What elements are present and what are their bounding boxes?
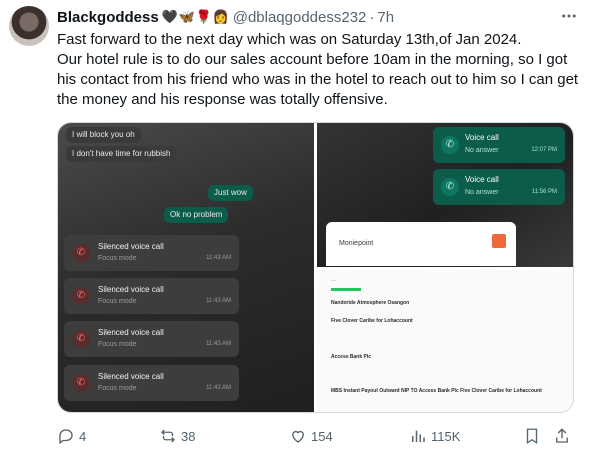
view-count: 115K	[431, 428, 461, 444]
name-emojis: 🖤 🦋 🌹 👩	[162, 9, 229, 25]
success-tag	[331, 288, 361, 291]
tweet-text-line-2: Our hotel rule is to do our sales accoun…	[57, 51, 579, 108]
call-title: Silenced voice call	[98, 328, 164, 337]
outgoing-message: Ok no problem	[164, 207, 229, 223]
butterfly-icon: 🦋	[178, 9, 195, 24]
missed-call-icon: ✆	[72, 330, 90, 348]
incoming-message: I will block you oh	[66, 127, 141, 143]
voice-call-subtitle: No answer	[465, 189, 499, 196]
call-subtitle: Focus mode	[98, 255, 137, 262]
silenced-call-card: ✆ Silenced voice call Focus mode 11:43 A…	[64, 321, 239, 357]
repost-count: 38	[181, 428, 196, 444]
bookmark-icon	[526, 428, 538, 445]
display-name[interactable]: Blackgoddess	[57, 9, 159, 26]
like-button[interactable]: 154	[289, 426, 333, 446]
missed-call-icon: ✆	[72, 287, 90, 305]
tweet-header: Blackgoddess 🖤 🦋 🌹 👩 @dblaqgoddess232 · …	[57, 6, 578, 28]
user-handle[interactable]: @dblaqgoddess232	[233, 9, 367, 26]
post-time[interactable]: 7h	[377, 9, 394, 26]
views-chart-icon	[412, 430, 425, 442]
receipt-screenshot-image[interactable]: — Nandoride Atmosphere Osangon Five Clov…	[317, 270, 573, 412]
tweet-text-line-1: Fast forward to the next day which was o…	[57, 31, 522, 48]
chat-screenshot-image[interactable]: I will block you oh I don't have time fo…	[58, 123, 314, 412]
reply-icon	[59, 429, 73, 445]
bookmark-button[interactable]	[523, 426, 541, 446]
share-button[interactable]	[553, 426, 571, 446]
call-title: Silenced voice call	[98, 372, 164, 381]
separator-dot: ·	[369, 8, 375, 26]
receipt-line: Access Bank Plc	[331, 354, 372, 360]
avatar[interactable]	[9, 6, 49, 46]
media-grid[interactable]: I will block you oh I don't have time fo…	[57, 122, 574, 413]
action-bar: 4 38 154 115K	[57, 426, 581, 446]
more-options-icon[interactable]	[560, 7, 578, 25]
silenced-call-card: ✆ Silenced voice call Focus mode 11:43 A…	[64, 235, 239, 271]
receipt-line: Nandoride Atmosphere Osangon	[331, 300, 410, 306]
reply-button[interactable]: 4	[57, 426, 86, 446]
call-time: 11:43 AM	[206, 298, 231, 304]
missed-call-icon: ✆	[72, 244, 90, 262]
silenced-call-card: ✆ Silenced voice call Focus mode 11:43 A…	[64, 365, 239, 401]
silenced-call-card: ✆ Silenced voice call Focus mode 11:43 A…	[64, 278, 239, 314]
heart-icon	[292, 430, 304, 443]
call-subtitle: Focus mode	[98, 298, 137, 305]
phone-icon: ✆	[441, 178, 459, 196]
receipt-popup: Moniepoint	[326, 222, 516, 266]
incoming-message: I don't have time for rubbish	[66, 146, 177, 162]
repost-button[interactable]: 38	[159, 426, 195, 446]
voice-call-title: Voice call	[465, 133, 499, 142]
receipt-line: MBS Instant Payout Outward NIP TO Access…	[331, 388, 542, 394]
views-button[interactable]: 115K	[409, 426, 460, 446]
missed-call-icon: ✆	[72, 374, 90, 392]
bank-logo-icon	[492, 234, 506, 248]
voice-call-card: ✆ Voice call No answer 11:56 PM	[433, 169, 565, 205]
reply-count: 4	[79, 428, 87, 444]
rose-icon: 🌹	[195, 9, 212, 24]
repost-icon	[161, 429, 175, 443]
call-time: 11:43 AM	[206, 341, 231, 347]
voice-call-title: Voice call	[465, 175, 499, 184]
call-subtitle: Focus mode	[98, 385, 137, 392]
voice-call-screenshot-image[interactable]: ✆ Voice call No answer 12:07 PM ✆ Voice …	[317, 123, 573, 267]
phone-icon: ✆	[441, 136, 459, 154]
like-count: 154	[311, 428, 333, 444]
receipt-line: Five Clover Caribe for Lohaccount	[331, 318, 413, 324]
call-time: 11:43 AM	[206, 385, 231, 391]
voice-call-subtitle: No answer	[465, 147, 499, 154]
black-heart-icon: 🖤	[161, 9, 178, 24]
receipt-label: —	[331, 278, 336, 284]
call-subtitle: Focus mode	[98, 341, 137, 348]
woman-emoji-icon: 👩	[212, 9, 229, 24]
tweet-text: Fast forward to the next day which was o…	[57, 30, 581, 110]
voice-call-time: 12:07 PM	[531, 147, 557, 153]
call-time: 11:43 AM	[206, 255, 231, 261]
voice-call-time: 11:56 PM	[531, 189, 557, 195]
outgoing-message: Just wow	[208, 185, 253, 201]
voice-call-card: ✆ Voice call No answer 12:07 PM	[433, 127, 565, 163]
call-title: Silenced voice call	[98, 285, 164, 294]
tweet: Blackgoddess 🖤 🦋 🌹 👩 @dblaqgoddess232 · …	[0, 0, 592, 454]
call-title: Silenced voice call	[98, 242, 164, 251]
popup-name: Moniepoint	[339, 240, 374, 247]
share-icon	[556, 428, 568, 443]
